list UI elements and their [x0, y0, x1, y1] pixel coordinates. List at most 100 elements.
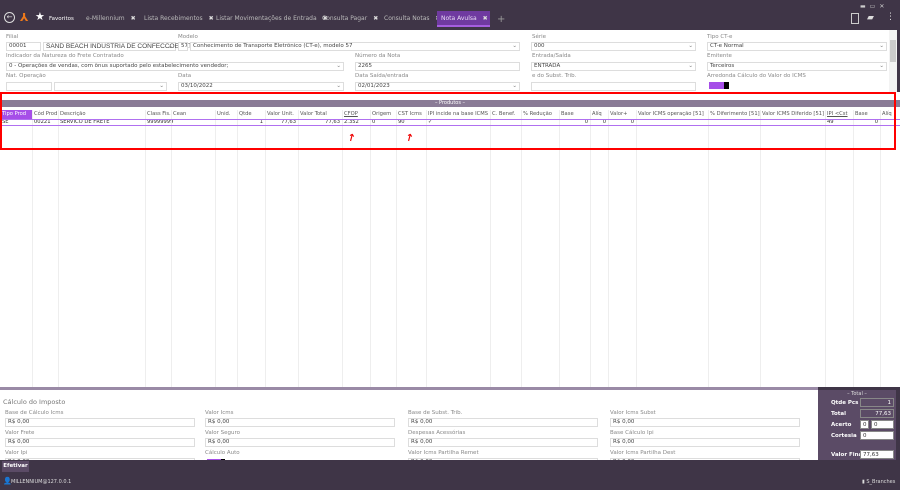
close-icon[interactable]: ✖: [483, 15, 488, 22]
arredonda-toggle[interactable]: [709, 82, 729, 89]
close-icon[interactable]: ✖: [131, 15, 136, 22]
nat-operacao-select[interactable]: ⌄: [54, 82, 167, 91]
back-icon[interactable]: ←: [4, 12, 15, 23]
top-bar: ← ⅄ ★ Favoritos e-Millennium ✖ Lista Rece…: [0, 0, 900, 30]
products-grid: – Produtos – Tipo Prod SE Cód Prod 00221 Des…: [0, 92, 900, 387]
column-header[interactable]: Class Fis.: [145, 110, 171, 119]
tax-field-label: Valor Icms: [205, 410, 234, 416]
column-header[interactable]: C. Benef.: [490, 110, 521, 119]
tab-lista-recebimentos[interactable]: Lista Recebimentos ✖: [140, 11, 218, 27]
nat-operacao-code-input[interactable]: [6, 82, 52, 91]
tax-field-input[interactable]: R$ 0,00: [610, 418, 800, 427]
column-divider: [608, 110, 609, 387]
clipboard-icon[interactable]: [851, 13, 859, 24]
tax-field-input[interactable]: R$ 0,00: [408, 418, 598, 427]
nat-operacao-label: Nat. Operação: [6, 73, 46, 79]
modelo-code-input[interactable]: 57: [178, 42, 188, 51]
products-label: Produtos: [439, 100, 461, 106]
more-icon[interactable]: ⋮: [886, 12, 895, 22]
column-header[interactable]: IPI <Cst: [825, 110, 853, 119]
column-header[interactable]: Descrição: [58, 110, 145, 119]
column-header[interactable]: Valor Total: [298, 110, 342, 119]
column-divider: [58, 110, 59, 387]
column-header[interactable]: Valor+: [608, 110, 636, 119]
form-scrollbar[interactable]: [889, 30, 897, 92]
cortesia-input[interactable]: 0: [860, 431, 894, 440]
total-panel: – Total – Qtde Pcs 1 Total 77,63 Acerto …: [818, 390, 896, 460]
column-header[interactable]: % Diferimento [51]: [708, 110, 760, 119]
column-header[interactable]: Alíq: [590, 110, 608, 119]
column-header[interactable]: CFOP: [342, 110, 370, 119]
column-header[interactable]: Tipo Prod: [0, 110, 32, 119]
branch-status: ▮ S_Branches: [862, 479, 896, 485]
indicador-select[interactable]: 0 - Operações de vendas, com ônus suport…: [6, 62, 344, 71]
tab-listar-movimentacoes[interactable]: Listar Movimentações de Entrada ✖: [212, 11, 332, 27]
add-tab-icon[interactable]: +: [497, 14, 505, 25]
tax-field-label: Base Cálculo Ipi: [610, 430, 654, 436]
modelo-select[interactable]: Conhecimento de Transporte Eletrônico (C…: [190, 42, 520, 51]
tipo-cte-select[interactable]: CT-e Normal ⌄: [707, 42, 887, 51]
column-header[interactable]: Alíq: [880, 110, 900, 119]
modelo-name: Conhecimento de Transporte Eletrônico (C…: [193, 43, 353, 49]
tax-field-label: Valor Seguro: [205, 430, 240, 436]
filial-code-input[interactable]: 00001: [6, 42, 41, 51]
valor-final-input[interactable]: 77,63: [860, 450, 894, 459]
column-header[interactable]: Valor Unit.: [265, 110, 298, 119]
data-input[interactable]: 03/10/2022 ⌄: [178, 82, 344, 91]
tax-field-label: Base de Subst. Trib.: [408, 410, 463, 416]
numero-label: Número da Nota: [355, 53, 401, 59]
chat-icon[interactable]: ▰: [867, 13, 874, 23]
serie-select[interactable]: 000 ⌄: [531, 42, 696, 51]
column-divider: [880, 110, 881, 387]
column-header[interactable]: Unid.: [215, 110, 237, 119]
efetivar-button[interactable]: Efetivar: [2, 461, 29, 472]
acerto-input-1[interactable]: 0: [860, 420, 869, 429]
products-section-header: – Produtos –: [0, 100, 900, 107]
column-header[interactable]: % Redução: [521, 110, 559, 119]
tab-consulta-notas[interactable]: Consulta Notas✖: [380, 11, 445, 27]
emitente-value: Terceiros: [710, 63, 735, 69]
tax-field-input[interactable]: R$ 0,00: [408, 438, 598, 447]
close-icon[interactable]: ✖: [373, 15, 378, 22]
favorites-menu[interactable]: Favoritos: [49, 16, 74, 22]
column-divider: [426, 110, 427, 387]
column-header[interactable]: CST Icms: [396, 110, 426, 119]
acerto-input-2[interactable]: 0: [871, 420, 894, 429]
column-header[interactable]: Qtde: [237, 110, 265, 119]
tax-field-input[interactable]: R$ 0,00: [5, 438, 195, 447]
tax-field-input[interactable]: R$ 0,00: [205, 438, 395, 447]
column-divider: [265, 110, 266, 387]
column-header[interactable]: Cean: [171, 110, 215, 119]
tax-field-input[interactable]: R$ 0,00: [205, 418, 395, 427]
column-header[interactable]: IPI incide na base ICMS: [426, 110, 490, 119]
tab-consulta-pagar[interactable]: Consulta Pagar ✖: [318, 11, 382, 27]
tab-e-millennium[interactable]: e-Millennium ✖: [82, 11, 140, 27]
arredonda-label: Arredonda Cálculo do Valor do ICMS: [707, 73, 806, 79]
tax-field-input[interactable]: R$ 0,00: [5, 418, 195, 427]
column-divider: [590, 110, 591, 387]
column-header[interactable]: Valor ICMS Diferido [51]: [760, 110, 825, 119]
column-header[interactable]: Origem: [370, 110, 396, 119]
total-label: Total: [831, 411, 847, 417]
data-saida-input[interactable]: 02/01/2023 ⌄: [355, 82, 520, 91]
branch-label: S_Branches: [866, 479, 896, 485]
column-divider: [370, 110, 371, 387]
column-header[interactable]: Base: [853, 110, 880, 119]
column-header[interactable]: Base: [559, 110, 590, 119]
qtde-value: 1: [860, 398, 894, 407]
tab-label: Nota Avulsa: [441, 15, 477, 22]
table-row[interactable]: [0, 119, 900, 126]
tab-nota-avulsa[interactable]: Nota Avulsa ✖: [437, 11, 490, 27]
data-value: 03/10/2022: [181, 83, 213, 89]
column-header[interactable]: Valor ICMS operação [51]: [636, 110, 708, 119]
filial-select[interactable]: SAND BEACH INDUSTRIA DE CONFECCOES LTDA ⌄: [43, 42, 201, 51]
column-header[interactable]: Cód Prod: [32, 110, 58, 119]
numero-input[interactable]: 2265: [355, 62, 520, 71]
window-controls[interactable]: ▬▭✕: [860, 3, 888, 10]
entrada-saida-select[interactable]: ENTRADA ⌄: [531, 62, 696, 71]
entrada-saida-label: Entrada/Saída: [532, 53, 571, 59]
column-divider: [760, 110, 761, 387]
emitente-select[interactable]: Terceiros ⌄: [707, 62, 887, 71]
subst-trib-input[interactable]: [531, 82, 696, 91]
tax-field-input[interactable]: R$ 0,00: [610, 438, 800, 447]
